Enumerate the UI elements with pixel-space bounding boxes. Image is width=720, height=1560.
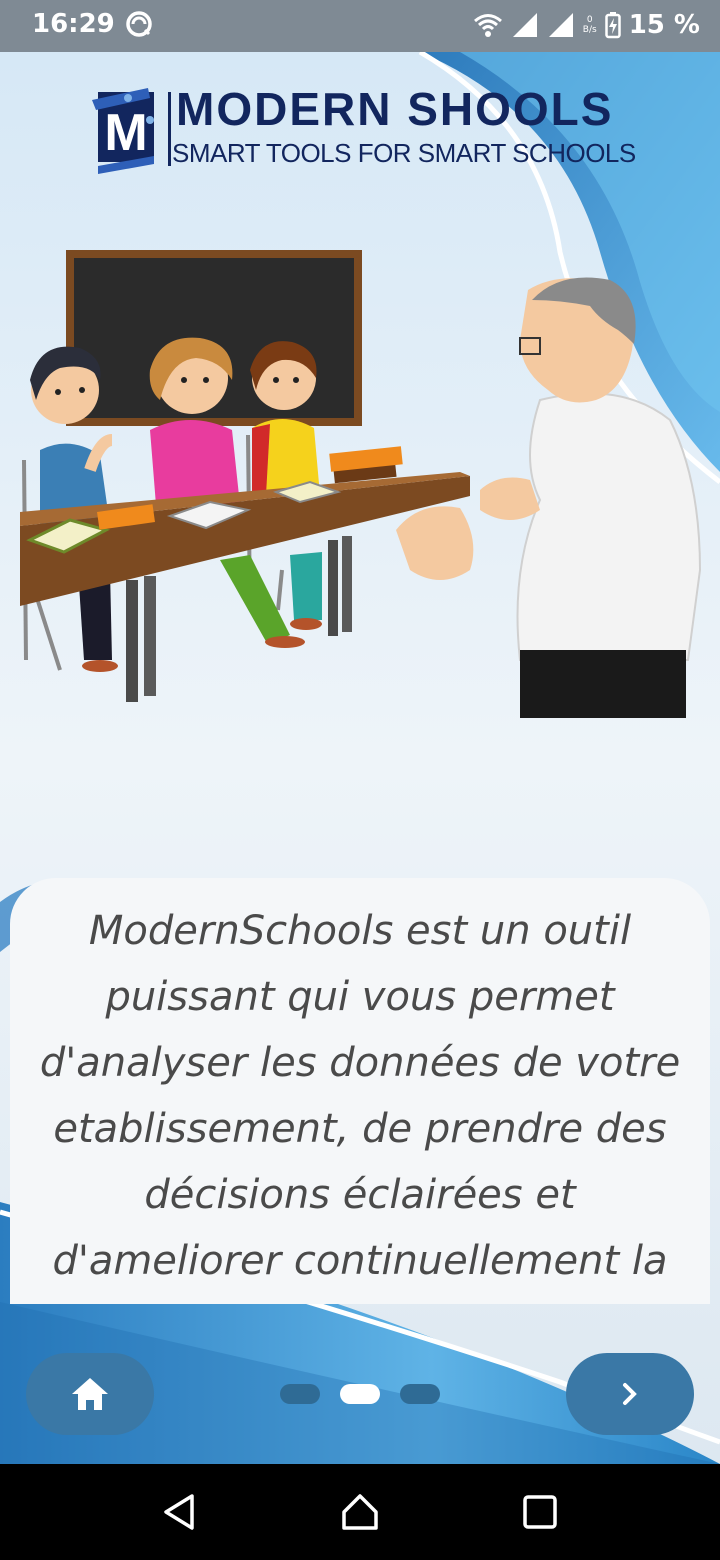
home-icon [72, 1378, 108, 1410]
logo-emblem-icon: M [92, 88, 154, 174]
page-indicator [280, 1384, 440, 1404]
status-bar: 16:29 0 B/s 15 % [0, 0, 720, 52]
logo-title: MODERN SHOOLS [176, 83, 614, 135]
nav-home-button[interactable] [330, 1484, 390, 1540]
signal-icon [512, 13, 537, 37]
network-speed: 0 B/s [583, 15, 597, 35]
wifi-icon [473, 14, 502, 37]
signal-icon-2 [548, 13, 573, 37]
status-icons: 0 B/s 15 % [473, 8, 700, 42]
home-button[interactable] [26, 1353, 154, 1435]
logo-emblem-letter: M [104, 104, 147, 162]
battery-percent: 15 % [628, 10, 700, 40]
battery-icon [604, 12, 621, 39]
page-dot-3[interactable] [400, 1384, 440, 1404]
page-dot-1[interactable] [280, 1384, 320, 1404]
page-dot-2[interactable] [340, 1384, 380, 1404]
chevron-right-icon [623, 1383, 637, 1405]
system-navigation-bar [0, 1464, 720, 1560]
status-time: 16:29 [32, 9, 115, 39]
sync-icon [126, 11, 152, 37]
recents-icon [523, 1495, 557, 1529]
description-card: ModernSchools est un outil puissant qui … [10, 878, 710, 1304]
next-button[interactable] [566, 1353, 694, 1435]
logo-subtitle: SMART TOOLS FOR SMART SCHOOLS [172, 138, 636, 168]
nav-back-button[interactable] [150, 1484, 210, 1540]
speed-unit: B/s [582, 25, 597, 35]
brand-logo: M MODERN SHOOLS SMART TOOLS FOR SMART SC… [88, 83, 668, 176]
classroom-illustration [20, 250, 702, 718]
speed-value: 0 [586, 15, 593, 25]
nav-recents-button[interactable] [510, 1484, 570, 1540]
logo-divider [168, 92, 171, 166]
back-icon [164, 1494, 194, 1530]
home-outline-icon [342, 1494, 378, 1530]
description-text: ModernSchools est un outil puissant qui … [39, 908, 681, 1284]
